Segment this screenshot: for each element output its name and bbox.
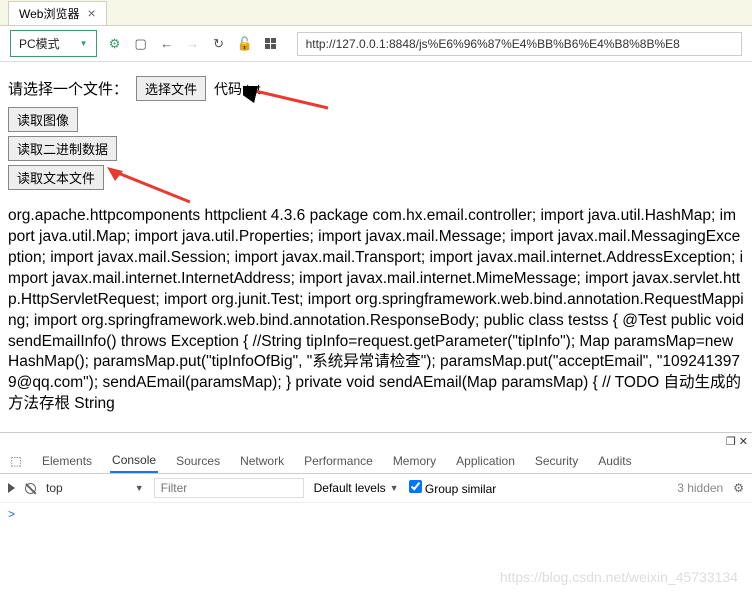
page-content: 请选择一个文件： 选择文件 代码.txt 读取图像 读取二进制数据 读取文本文件… [0, 62, 752, 432]
read-binary-button[interactable]: 读取二进制数据 [8, 136, 117, 161]
tab-elements[interactable]: Elements [40, 450, 94, 472]
tab-network[interactable]: Network [238, 450, 286, 472]
grid-icon[interactable] [263, 36, 279, 52]
devtools-dock-controls[interactable]: ❐ ✕ [0, 433, 752, 448]
forward-icon[interactable]: → [185, 36, 201, 52]
console-prompt[interactable]: > [0, 503, 752, 525]
annotation-arrow-icon [105, 167, 195, 207]
lock-icon[interactable]: 🔓 [237, 36, 253, 52]
tab-memory[interactable]: Memory [391, 450, 438, 472]
mode-select[interactable]: PC模式 ▼ [10, 30, 97, 57]
group-similar-checkbox[interactable]: Group similar [409, 480, 497, 496]
console-toolbar: top▼ Default levels ▼ Group similar 3 hi… [0, 474, 752, 503]
tab-performance[interactable]: Performance [302, 450, 375, 472]
close-icon[interactable]: × [87, 5, 95, 21]
settings-icon[interactable]: ⚙ [733, 481, 744, 495]
chevron-down-icon: ▼ [80, 39, 88, 48]
mode-label: PC模式 [19, 35, 60, 52]
inspect-icon[interactable]: ⬚ [8, 453, 24, 469]
tab-sources[interactable]: Sources [174, 450, 222, 472]
console-icon[interactable]: ▢ [133, 36, 149, 52]
tab-audits[interactable]: Audits [596, 450, 633, 472]
selected-filename: 代码.txt [214, 79, 261, 99]
file-content-text: org.apache.httpcomponents httpclient 4.3… [8, 206, 744, 415]
tab-title: Web浏览器 [19, 5, 79, 22]
play-icon[interactable] [8, 483, 15, 493]
filter-input[interactable] [154, 478, 304, 498]
tab-security[interactable]: Security [533, 450, 580, 472]
tab-application[interactable]: Application [454, 450, 517, 472]
browser-tab[interactable]: Web浏览器 × [8, 1, 107, 25]
choose-file-button[interactable]: 选择文件 [136, 76, 206, 101]
watermark-text: https://blog.csdn.net/weixin_45733134 [500, 569, 738, 585]
devtools-tabs: ⬚ Elements Console Sources Network Perfo… [0, 448, 752, 474]
reload-icon[interactable]: ↻ [211, 36, 227, 52]
log-levels-select[interactable]: Default levels ▼ [314, 481, 399, 495]
file-prompt-label: 请选择一个文件： [8, 78, 128, 99]
clear-console-icon[interactable] [25, 483, 36, 494]
back-icon[interactable]: ← [159, 36, 175, 52]
context-select[interactable]: top▼ [46, 481, 144, 495]
gear-icon[interactable]: ⚙ [107, 36, 123, 52]
tab-console[interactable]: Console [110, 449, 158, 473]
hidden-count[interactable]: 3 hidden [677, 481, 723, 495]
read-image-button[interactable]: 读取图像 [8, 107, 78, 132]
url-input[interactable]: http://127.0.0.1:8848/js%E6%96%87%E4%BB%… [297, 32, 742, 56]
tab-bar: Web浏览器 × [0, 0, 752, 26]
read-text-button[interactable]: 读取文本文件 [8, 165, 104, 190]
toolbar: PC模式 ▼ ⚙ ▢ ← → ↻ 🔓 http://127.0.0.1:8848… [0, 26, 752, 62]
